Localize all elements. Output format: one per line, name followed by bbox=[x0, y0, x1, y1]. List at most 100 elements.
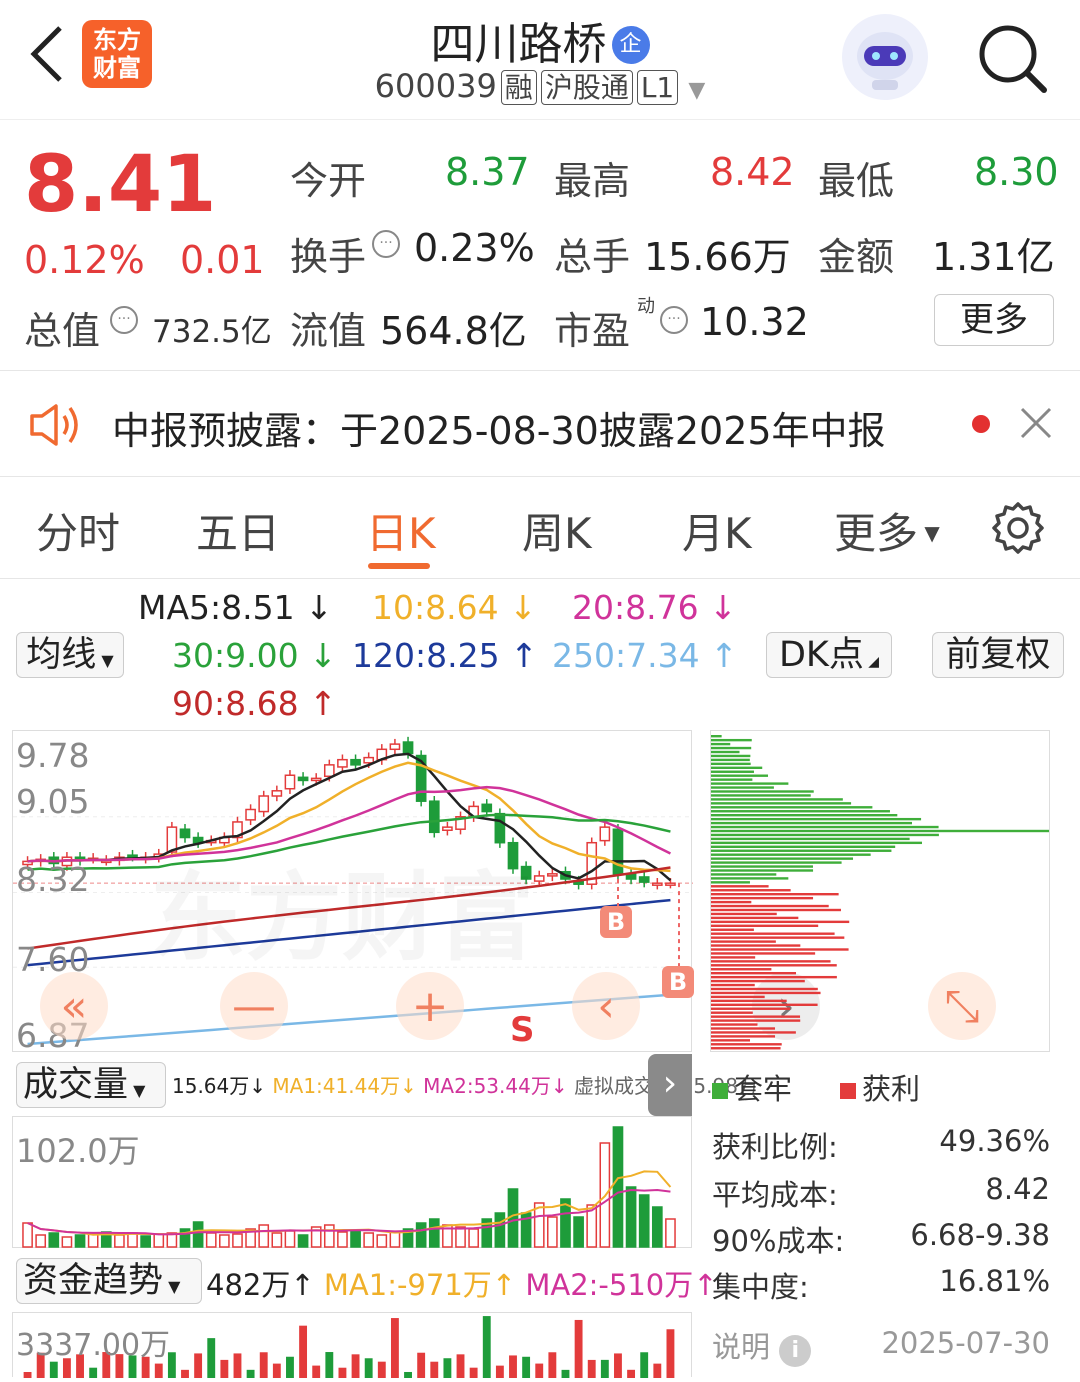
ma-selector[interactable]: 均线 ▼ bbox=[16, 632, 124, 678]
chip-bar-trapped bbox=[711, 786, 774, 789]
volume-selector[interactable]: 成交量 ▼ bbox=[16, 1062, 166, 1108]
open-value: 8.37 bbox=[445, 150, 530, 194]
tab-intraday[interactable]: 分时 bbox=[36, 500, 120, 561]
explain-link[interactable]: 说明 i bbox=[712, 1324, 812, 1367]
chip-bar-trapped bbox=[711, 802, 852, 805]
previous-icon[interactable]: ‹ bbox=[572, 972, 640, 1040]
corner-caret-icon: ◢ bbox=[863, 654, 880, 670]
close-icon[interactable] bbox=[1016, 403, 1056, 443]
ma-selector-label: 均线 bbox=[26, 635, 97, 675]
info-circle-icon[interactable]: ··· bbox=[660, 306, 688, 334]
chip-distribution[interactable] bbox=[710, 730, 1050, 1052]
expand-panel-button[interactable]: › bbox=[648, 1054, 692, 1116]
chip-bar-trapped bbox=[711, 810, 890, 813]
volume-bar bbox=[127, 1232, 138, 1248]
volume-bar bbox=[455, 1226, 466, 1248]
candle-body bbox=[363, 756, 375, 764]
ma30-value: 30:9.00 ↓ bbox=[172, 636, 337, 675]
high-value: 8.42 bbox=[710, 150, 795, 194]
fund-bar bbox=[325, 1352, 334, 1378]
chip-bar-trapped bbox=[711, 770, 754, 773]
ma10-value: 10:8.64 ↓ bbox=[372, 588, 537, 627]
market-cap-value: 732.5亿 bbox=[152, 314, 272, 350]
fund-bar bbox=[286, 1356, 294, 1378]
profit-ratio-label: 获利比例: bbox=[712, 1130, 838, 1164]
chip-bar-profit bbox=[711, 916, 799, 920]
volume-y-top: 102.0万 bbox=[16, 1132, 140, 1170]
trapped-swatch bbox=[712, 1083, 728, 1099]
notice-text: 中报预披露：于2025-08-30披露2025年中报 bbox=[112, 409, 886, 453]
volume-bar bbox=[376, 1234, 388, 1248]
chip-bar-trapped bbox=[711, 766, 763, 769]
fund-selector[interactable]: 资金趋势 ▼ bbox=[16, 1258, 202, 1304]
chip-bar-profit bbox=[711, 932, 835, 935]
float-cap-label: 流值 bbox=[290, 309, 367, 353]
chip-bar-trapped bbox=[711, 806, 873, 809]
chip-bar-profit bbox=[711, 904, 829, 908]
candle-body bbox=[271, 790, 283, 797]
tab-more[interactable]: 更多 ▼ bbox=[834, 500, 940, 561]
scroll-left-icon[interactable]: « bbox=[40, 972, 108, 1040]
gear-icon[interactable] bbox=[990, 500, 1046, 556]
fund-bar bbox=[89, 1367, 98, 1378]
concentration-label: 集中度: bbox=[712, 1270, 809, 1304]
zoom-in-icon[interactable]: + bbox=[396, 972, 464, 1040]
chip-bar-trapped bbox=[711, 869, 814, 872]
stock-title[interactable]: 四川路桥 企 bbox=[300, 8, 780, 72]
more-button[interactable]: 更多 bbox=[934, 294, 1054, 346]
avg-cost-value: 8.42 bbox=[985, 1172, 1050, 1206]
volume-bar bbox=[494, 1212, 506, 1248]
volume-bar bbox=[153, 1233, 165, 1248]
chip-bar-profit bbox=[711, 940, 776, 943]
logo-text-top: 东方 bbox=[93, 26, 141, 54]
volume-bar bbox=[612, 1126, 624, 1248]
float-cap-value: 564.8亿 bbox=[380, 309, 527, 353]
volume-bar bbox=[22, 1222, 33, 1248]
info-circle-icon[interactable]: ··· bbox=[372, 230, 400, 258]
chip-bar-profit bbox=[711, 912, 777, 916]
fund-bar bbox=[299, 1325, 308, 1378]
tab-monthly-k[interactable]: 月K bbox=[682, 500, 752, 561]
volume-bar bbox=[323, 1224, 335, 1248]
chip-bar-trapped bbox=[711, 794, 811, 797]
tab-weekly-k[interactable]: 周K bbox=[522, 500, 592, 561]
tab-five-day[interactable]: 五日 bbox=[196, 500, 280, 561]
profit-ratio-value: 49.36% bbox=[939, 1124, 1050, 1158]
candle-body bbox=[494, 812, 506, 844]
adjust-button[interactable]: 前复权 bbox=[932, 632, 1064, 678]
tab-daily-k[interactable]: 日K bbox=[366, 500, 436, 561]
fund-legend: 482万↑ MA1:-971万↑ MA2:-510万↑ bbox=[206, 1268, 718, 1302]
volume-bar bbox=[35, 1234, 47, 1248]
logo-text-bottom: 财富 bbox=[93, 54, 141, 82]
volume-value: 15.66万 bbox=[644, 235, 791, 279]
stock-code-row[interactable]: 600039 融沪股通 L1 ▼ bbox=[300, 66, 780, 106]
back-icon[interactable] bbox=[22, 22, 72, 86]
pe-superscript: 动 bbox=[637, 296, 655, 317]
chip-bar-profit bbox=[711, 1039, 750, 1042]
zoom-out-icon[interactable]: — bbox=[220, 972, 288, 1040]
chip-bar-profit bbox=[711, 885, 769, 888]
info-circle-icon[interactable]: ··· bbox=[110, 306, 138, 334]
fund-bar bbox=[351, 1354, 360, 1378]
chip-bar-trapped bbox=[711, 873, 777, 876]
chip-bar-trapped bbox=[711, 742, 731, 746]
search-icon[interactable] bbox=[972, 18, 1052, 98]
robot-avatar-icon[interactable] bbox=[842, 14, 928, 100]
chip-bar-profit bbox=[711, 920, 850, 924]
fund-bar bbox=[23, 1372, 32, 1378]
fund-bar bbox=[495, 1365, 504, 1378]
y-tick-3: 8.32 bbox=[16, 860, 90, 899]
chip-bar-trapped bbox=[711, 837, 910, 841]
chip-bar-profit bbox=[711, 972, 797, 975]
concentration-value: 16.81% bbox=[939, 1264, 1050, 1298]
volume-bar bbox=[61, 1236, 73, 1248]
app-logo[interactable]: 东方 财富 bbox=[82, 20, 152, 88]
dk-point-button[interactable]: DK点 ◢ bbox=[766, 632, 892, 678]
candle-body bbox=[428, 800, 440, 834]
avg-cost-label: 平均成本: bbox=[712, 1178, 838, 1212]
amount-value: 1.31亿 bbox=[932, 235, 1055, 279]
volume-bar bbox=[651, 1206, 663, 1248]
chip-bar-trapped bbox=[711, 735, 722, 738]
volume-bar bbox=[258, 1224, 270, 1248]
chip-bar-profit bbox=[711, 960, 831, 963]
